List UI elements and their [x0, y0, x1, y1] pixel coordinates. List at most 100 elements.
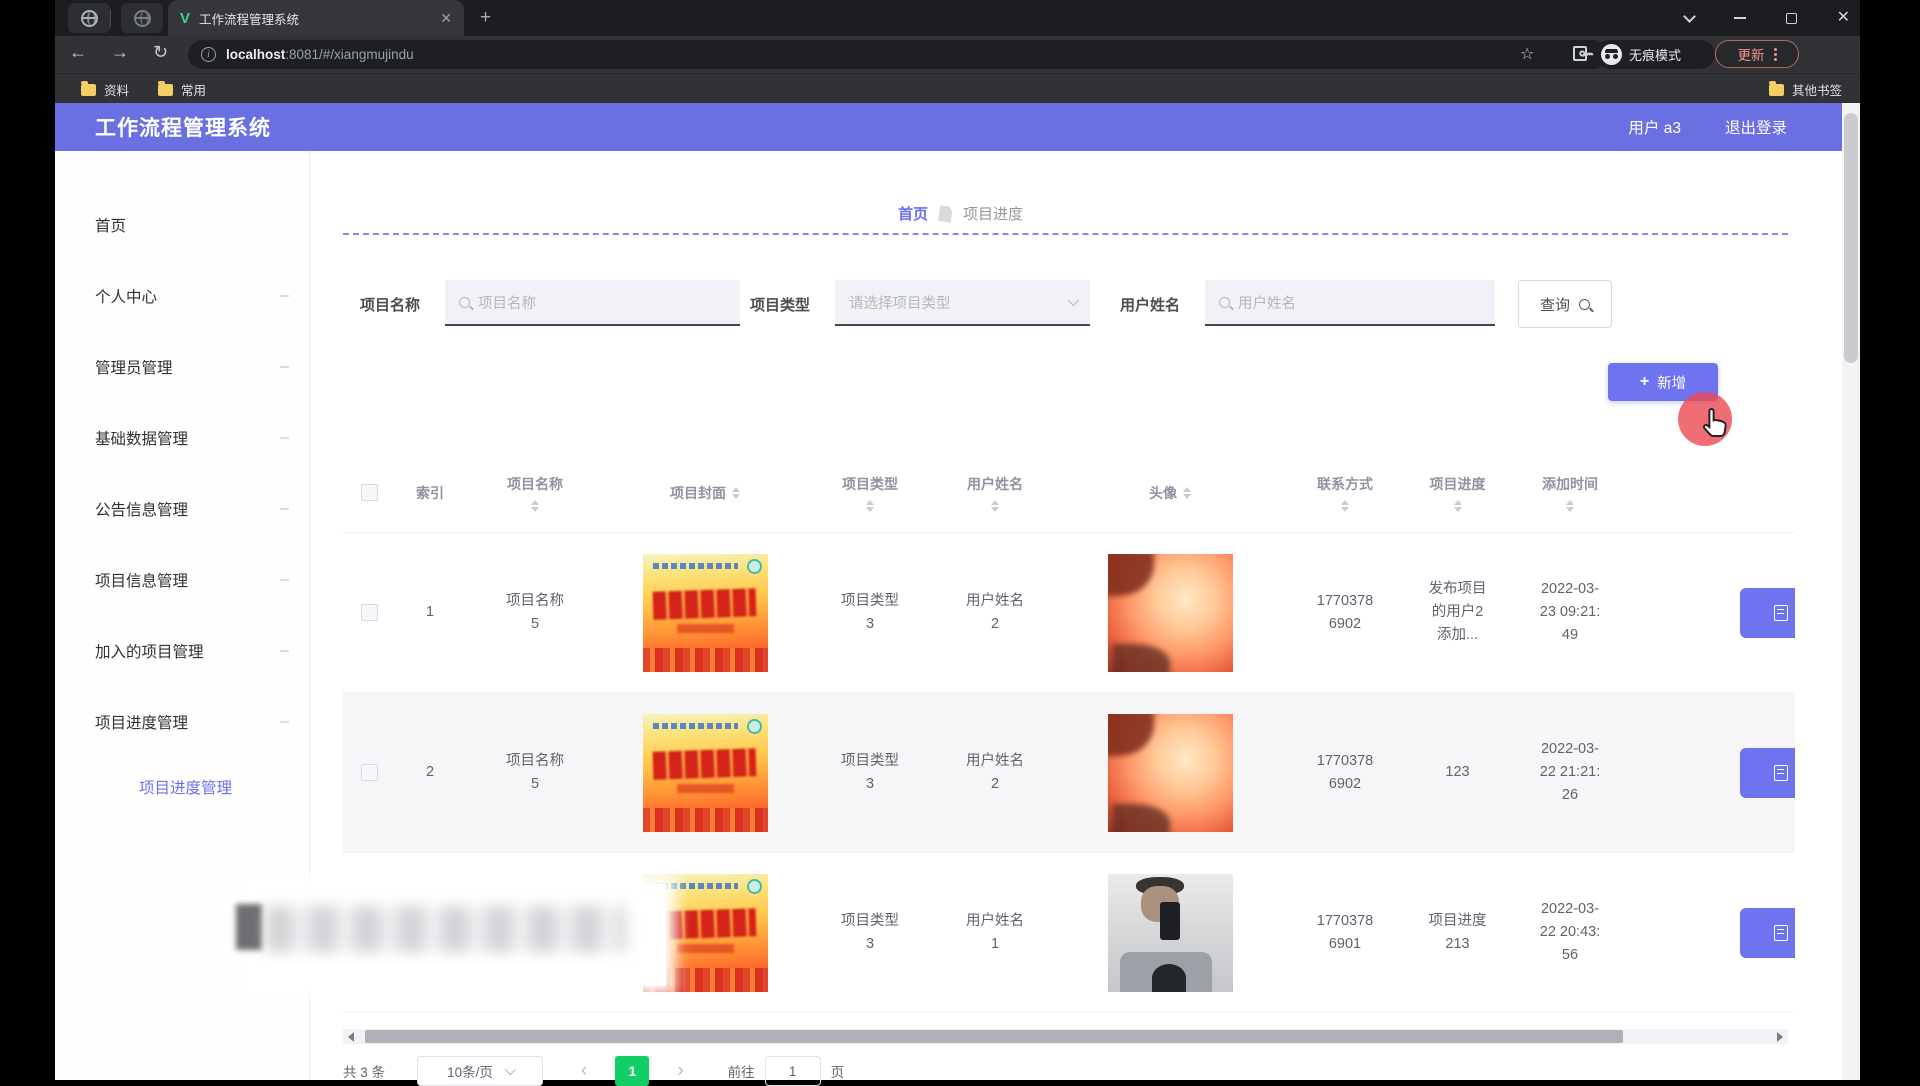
- bookmark-folder-changyong[interactable]: 常用: [158, 80, 206, 99]
- col-cover[interactable]: 项目封面: [605, 453, 805, 532]
- user-avatar-image[interactable]: [1108, 874, 1233, 992]
- goto-page-input[interactable]: 1: [765, 1056, 821, 1086]
- browser-globe-icon[interactable]: [68, 3, 110, 33]
- current-user[interactable]: 用户 a3: [1628, 116, 1681, 138]
- incognito-badge: 无痕模式: [1595, 40, 1715, 69]
- project-name-input[interactable]: 项目名称: [445, 280, 740, 326]
- row-checkbox[interactable]: [361, 604, 378, 621]
- search-icon: [1579, 299, 1590, 310]
- detail-button[interactable]: 详情: [1740, 748, 1795, 798]
- detail-button[interactable]: 详情: [1740, 908, 1795, 958]
- sidebar-item-joined[interactable]: 加入的项目管理: [55, 615, 309, 686]
- horizontal-scrollbar[interactable]: [343, 1029, 1788, 1044]
- sort-caret-icon[interactable]: [1341, 500, 1349, 512]
- sidebar-item-notice[interactable]: 公告信息管理: [55, 473, 309, 544]
- cell-name: 项目名称5: [465, 693, 605, 852]
- document-icon: [1774, 925, 1788, 941]
- extensions-icon[interactable]: [1573, 46, 1587, 61]
- bookmark-star-icon[interactable]: ☆: [1520, 44, 1534, 64]
- active-tab[interactable]: V 工作流程管理系统 ✕: [168, 0, 464, 36]
- search-button[interactable]: 查询: [1518, 280, 1612, 328]
- prev-page-button[interactable]: ‹: [581, 1060, 587, 1082]
- url-host: localhost: [226, 47, 285, 62]
- reload-icon[interactable]: ↻: [153, 42, 168, 63]
- sidebar-item-personal[interactable]: 个人中心: [55, 260, 309, 331]
- sort-caret-icon[interactable]: [1183, 487, 1191, 499]
- sidebar-item-basedata[interactable]: 基础数据管理: [55, 402, 309, 473]
- sidebar-item-home[interactable]: 首页: [55, 189, 309, 260]
- window-controls: ✕: [1685, 0, 1850, 36]
- sidebar-item-projectinfo[interactable]: 项目信息管理: [55, 544, 309, 615]
- cell-user: 用户姓名2: [935, 693, 1055, 852]
- browser-globe-icon-2[interactable]: [121, 3, 163, 33]
- logout-link[interactable]: 退出登录: [1725, 116, 1787, 138]
- cell-avatar: [1055, 853, 1285, 1012]
- breadcrumb-home[interactable]: 首页: [898, 203, 928, 224]
- col-user[interactable]: 用户姓名: [935, 453, 1055, 532]
- sort-caret-icon[interactable]: [732, 487, 740, 499]
- cell-cover: [605, 533, 805, 692]
- user-avatar-image[interactable]: [1108, 714, 1233, 832]
- forward-icon[interactable]: →: [111, 42, 129, 63]
- sidebar-item-progress[interactable]: 项目进度管理: [55, 686, 309, 757]
- user-avatar-image[interactable]: [1108, 554, 1233, 672]
- collapse-dash-icon: [280, 366, 289, 368]
- col-index: 索引: [395, 453, 465, 532]
- sidebar-label: 管理员管理: [95, 356, 173, 378]
- address-bar[interactable]: i localhost:8081/#/xiangmujindu: [188, 40, 1608, 69]
- detail-button[interactable]: 详情: [1740, 588, 1795, 638]
- minimize-icon[interactable]: [1734, 17, 1746, 19]
- project-type-select[interactable]: 请选择项目类型: [835, 280, 1090, 326]
- col-progress[interactable]: 项目进度: [1405, 453, 1510, 532]
- sort-caret-icon[interactable]: [1454, 500, 1462, 512]
- project-cover-image[interactable]: [643, 714, 768, 832]
- row-checkbox[interactable]: [361, 764, 378, 781]
- other-bookmarks[interactable]: 其他书签: [1769, 80, 1842, 99]
- site-info-icon[interactable]: i: [201, 47, 216, 62]
- page-size-select[interactable]: 10条/页: [417, 1056, 543, 1086]
- scrollbar-thumb[interactable]: [1844, 113, 1858, 363]
- search-icon: [459, 297, 470, 308]
- vertical-scrollbar[interactable]: [1842, 103, 1860, 1080]
- scroll-right-icon[interactable]: [1777, 1032, 1783, 1042]
- col-name[interactable]: 项目名称: [465, 453, 605, 532]
- maximize-icon[interactable]: [1786, 13, 1797, 24]
- scrollbar-thumb[interactable]: [365, 1030, 1623, 1043]
- filter-type-label: 项目类型: [750, 294, 810, 315]
- sidebar-label: 首页: [95, 214, 126, 236]
- current-page[interactable]: 1: [615, 1056, 649, 1086]
- project-type-placeholder: 请选择项目类型: [849, 292, 951, 313]
- window-close-icon[interactable]: ✕: [1837, 10, 1850, 26]
- new-tab-button[interactable]: +: [480, 7, 491, 29]
- bookmark-folder-zliao[interactable]: 资料: [81, 80, 129, 99]
- url-path: :8081/#/xiangmujindu: [285, 47, 413, 62]
- cell-time: 2022-03-22 20:43:56: [1510, 853, 1630, 1012]
- tab-search-icon[interactable]: [1683, 10, 1696, 23]
- col-phone[interactable]: 联系方式: [1285, 453, 1405, 532]
- col-avatar[interactable]: 头像: [1055, 453, 1285, 532]
- menu-dots-icon[interactable]: [1774, 48, 1777, 61]
- chrome-update-button[interactable]: 更新: [1715, 40, 1799, 68]
- sort-caret-icon[interactable]: [866, 500, 874, 512]
- sidebar-subitem-progress[interactable]: 项目进度管理: [55, 757, 309, 817]
- next-page-button[interactable]: ›: [677, 1060, 683, 1082]
- sort-caret-icon[interactable]: [1566, 500, 1574, 512]
- select-all-checkbox[interactable]: [361, 484, 378, 501]
- cell-name: 项目名称5: [465, 533, 605, 692]
- collapse-dash-icon: [280, 650, 289, 652]
- cell-time: 2022-03-22 21:21:26: [1510, 693, 1630, 852]
- back-icon[interactable]: ←: [69, 42, 87, 63]
- col-time[interactable]: 添加时间: [1510, 453, 1630, 532]
- col-type[interactable]: 项目类型: [805, 453, 935, 532]
- search-button-label: 查询: [1540, 294, 1570, 315]
- vue-favicon-icon: V: [180, 10, 190, 27]
- sidebar-item-admin[interactable]: 管理员管理: [55, 331, 309, 402]
- sort-caret-icon[interactable]: [991, 500, 999, 512]
- scroll-left-icon[interactable]: [348, 1032, 354, 1042]
- tab-close-icon[interactable]: ✕: [440, 10, 452, 27]
- table-header-row: 索引 项目名称 项目封面 项目类型 用户姓名 头像 联系方式 项目进度 添加时间…: [343, 453, 1795, 533]
- sort-caret-icon[interactable]: [531, 500, 539, 512]
- collapse-dash-icon: [280, 579, 289, 581]
- project-cover-image[interactable]: [643, 554, 768, 672]
- user-name-input[interactable]: 用户姓名: [1205, 280, 1495, 326]
